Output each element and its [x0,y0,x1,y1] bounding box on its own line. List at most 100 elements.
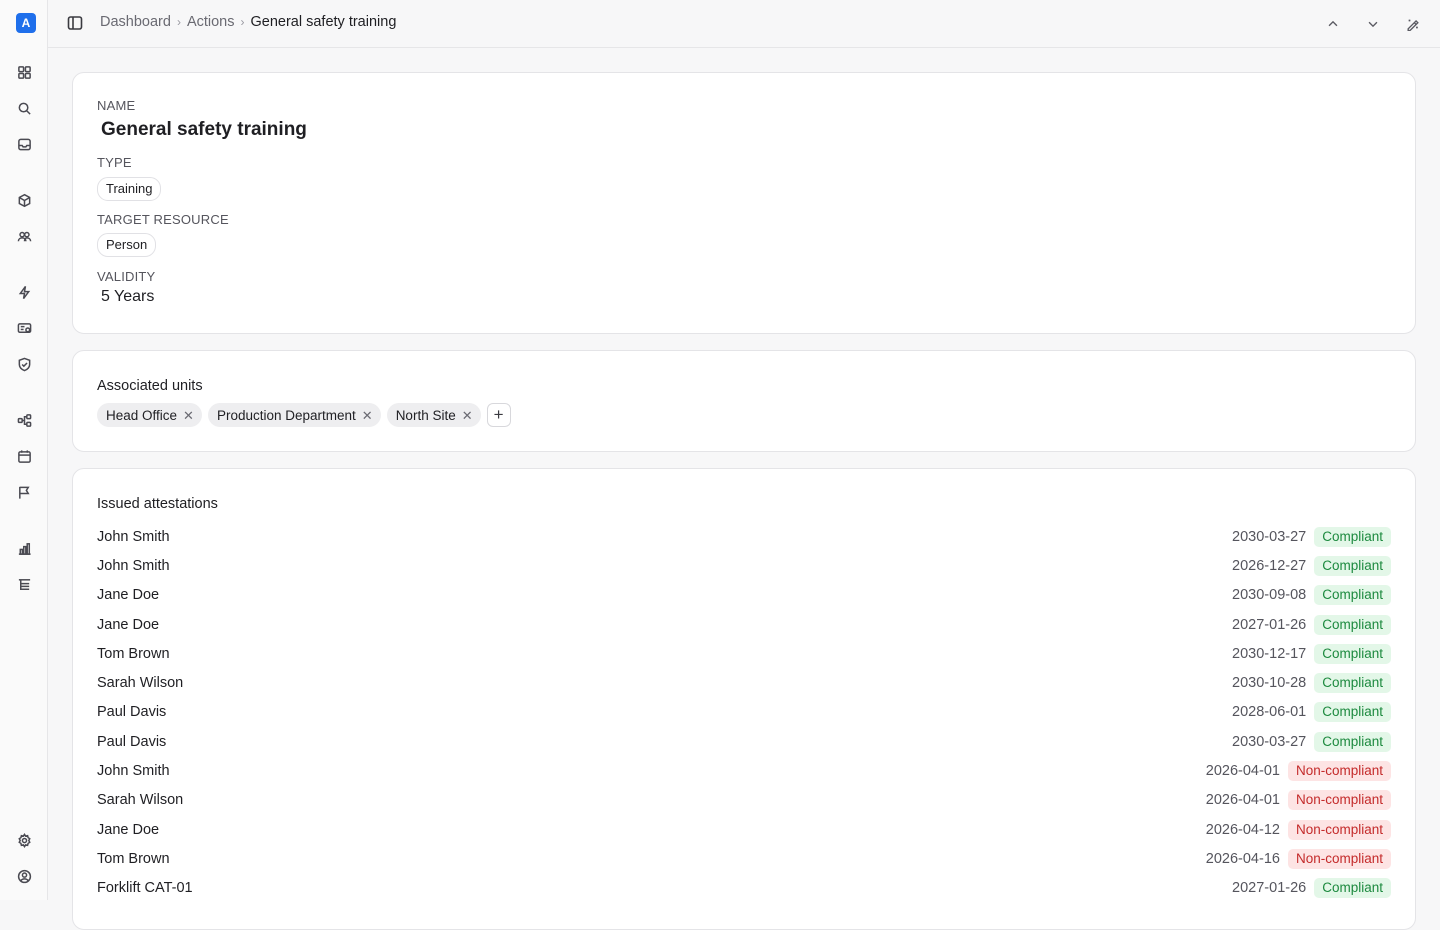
attestation-date: 2030-09-08 [1232,587,1307,604]
user-circle-icon[interactable] [15,867,33,885]
unit-chip: Head Office ✕ [97,403,202,427]
attestation-row[interactable]: Sarah Wilson 2026-04-01 Non-compliant [97,786,1391,815]
chevron-down-icon [1368,21,1378,28]
topbar: Dashboard › Actions › General safety tra… [48,0,1440,48]
calendar-icon[interactable] [15,447,33,465]
shield-check-icon[interactable] [15,355,33,373]
attestation-date: 2027-01-26 [1232,880,1307,897]
status-badge: Non-compliant [1287,848,1391,869]
previous-button[interactable] [1322,14,1344,34]
details-card: NAME General safety training TYPE Traini… [72,72,1416,334]
attestation-row[interactable]: Jane Doe 2026-04-12 Non-compliant [97,815,1391,844]
attestation-name[interactable]: Paul Davis [97,734,166,750]
associated-units-card: Associated units Head Office ✕ Productio… [72,350,1416,452]
magic-edit-icon [1407,19,1419,31]
attestation-row[interactable]: Paul Davis 2030-03-27 Compliant [97,727,1391,756]
validity-label: VALIDITY [97,269,156,284]
name-label: NAME [97,98,136,113]
attestation-row[interactable]: Jane Doe 2030-09-08 Compliant [97,581,1391,610]
unit-chip: North Site ✕ [386,403,481,427]
attestation-row[interactable]: Sarah Wilson 2030-10-28 Compliant [97,668,1391,697]
issued-attestations-title: Issued attestations [97,496,218,512]
attestation-name[interactable]: Sarah Wilson [97,675,183,691]
breadcrumb-actions[interactable]: Actions [187,14,235,30]
attestation-date: 2027-01-26 [1232,616,1307,633]
breadcrumb-dashboard[interactable]: Dashboard [100,14,171,30]
status-badge: Non-compliant [1287,819,1391,840]
attestation-row[interactable]: John Smith 2026-04-01 Non-compliant [97,756,1391,785]
unit-chip-label: Head Office [106,407,178,423]
attestation-row[interactable]: John Smith 2026-12-27 Compliant [97,551,1391,580]
add-unit-button[interactable]: + [486,403,511,427]
status-badge: Non-compliant [1287,790,1391,811]
attestation-date: 2028-06-01 [1232,704,1307,721]
status-badge: Compliant [1314,878,1391,899]
issued-attestations-card: Issued attestations John Smith 2030-03-27… [72,468,1416,930]
close-icon[interactable]: ✕ [183,409,194,422]
target-resource-label: TARGET RESOURCE [97,212,229,227]
associated-units-title: Associated units [97,378,203,394]
attestation-name[interactable]: Sarah Wilson [97,792,183,808]
chevron-right-icon: › [240,15,245,29]
attestation-name[interactable]: John Smith [97,558,170,574]
validity-value[interactable]: 5 Years [101,288,154,306]
attestation-date: 2026-12-27 [1232,557,1307,574]
status-badge: Compliant [1314,614,1391,635]
edit-button[interactable] [1402,14,1424,34]
bolt-icon[interactable] [15,283,33,301]
status-badge: Compliant [1314,526,1391,547]
attestation-name[interactable]: Forklift CAT-01 [97,880,193,896]
attestation-row[interactable]: Forklift CAT-01 2027-01-26 Compliant [97,874,1391,903]
attestation-row[interactable]: Paul Davis 2028-06-01 Compliant [97,698,1391,727]
bar-chart-icon[interactable] [15,539,33,557]
attestation-name[interactable]: Jane Doe [97,822,159,838]
attestation-date: 2026-04-01 [1205,763,1280,780]
attestation-name[interactable]: Jane Doe [97,617,159,633]
inbox-icon[interactable] [15,135,33,153]
attestation-row[interactable]: Jane Doe 2027-01-26 Compliant [97,610,1391,639]
attestation-date: 2026-04-12 [1205,821,1280,838]
breadcrumb-current: General safety training [250,14,397,30]
status-badge: Compliant [1314,555,1391,576]
status-badge: Compliant [1314,731,1391,752]
attestation-row[interactable]: John Smith 2030-03-27 Compliant [97,522,1391,551]
app-logo[interactable]: A [16,13,36,33]
attestation-name[interactable]: Tom Brown [97,646,170,662]
attestation-name[interactable]: John Smith [97,529,170,545]
status-badge: Compliant [1314,702,1391,723]
close-icon[interactable]: ✕ [362,409,373,422]
plus-icon: + [493,405,504,424]
users-icon[interactable] [15,227,33,245]
attestation-row[interactable]: Tom Brown 2030-12-17 Compliant [97,639,1391,668]
gear-icon[interactable] [15,831,33,849]
unit-chip-label: North Site [395,407,456,423]
attestation-date: 2026-04-01 [1205,792,1280,809]
name-value[interactable]: General safety training [101,119,307,141]
search-icon[interactable] [15,99,33,117]
grid-icon[interactable] [15,63,33,81]
type-pill[interactable]: Training [97,177,162,201]
type-label: TYPE [97,155,132,170]
sidebar-toggle-icon[interactable] [67,15,85,33]
close-icon[interactable]: ✕ [462,409,473,422]
workflow-icon[interactable] [15,411,33,429]
attestation-row[interactable]: Tom Brown 2026-04-16 Non-compliant [97,844,1391,873]
next-button[interactable] [1362,14,1384,34]
status-badge: Compliant [1314,585,1391,606]
box-icon[interactable] [15,191,33,209]
checklist-icon[interactable] [15,319,33,337]
target-resource-pill[interactable]: Person [97,233,157,257]
unit-chip-label: Production Department [216,407,356,423]
attestation-name[interactable]: Jane Doe [97,587,159,603]
attestation-date: 2030-03-27 [1232,733,1307,750]
attestation-date: 2030-12-17 [1232,645,1307,662]
attestation-name[interactable]: Paul Davis [97,704,166,720]
status-badge: Compliant [1314,643,1391,664]
attestation-list: John Smith 2030-03-27 Compliant John Smith 2… [97,522,1391,903]
flag-icon[interactable] [15,483,33,501]
attestation-name[interactable]: Tom Brown [97,851,170,867]
tree-icon[interactable] [15,575,33,593]
status-badge: Non-compliant [1287,761,1391,782]
attestation-name[interactable]: John Smith [97,763,170,779]
chevron-up-icon [1328,20,1338,27]
